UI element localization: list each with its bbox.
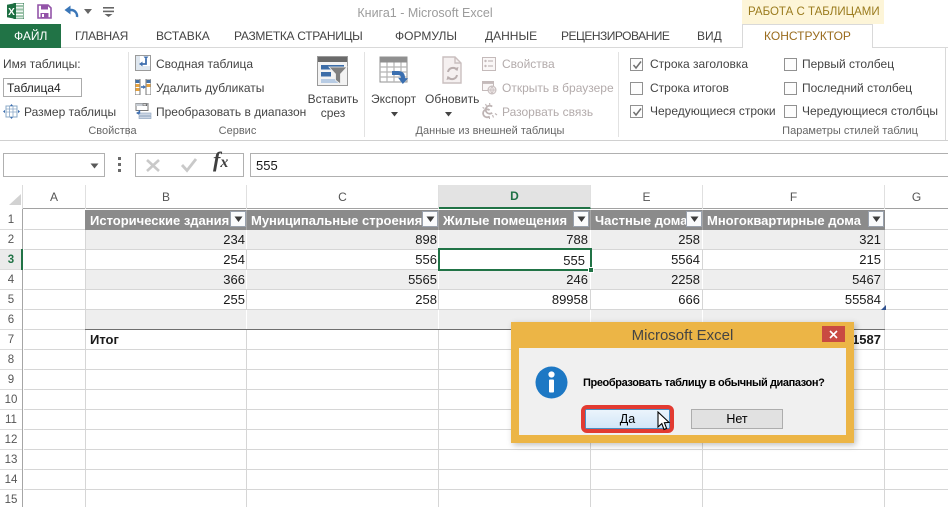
svg-text:X: X [8, 7, 15, 18]
